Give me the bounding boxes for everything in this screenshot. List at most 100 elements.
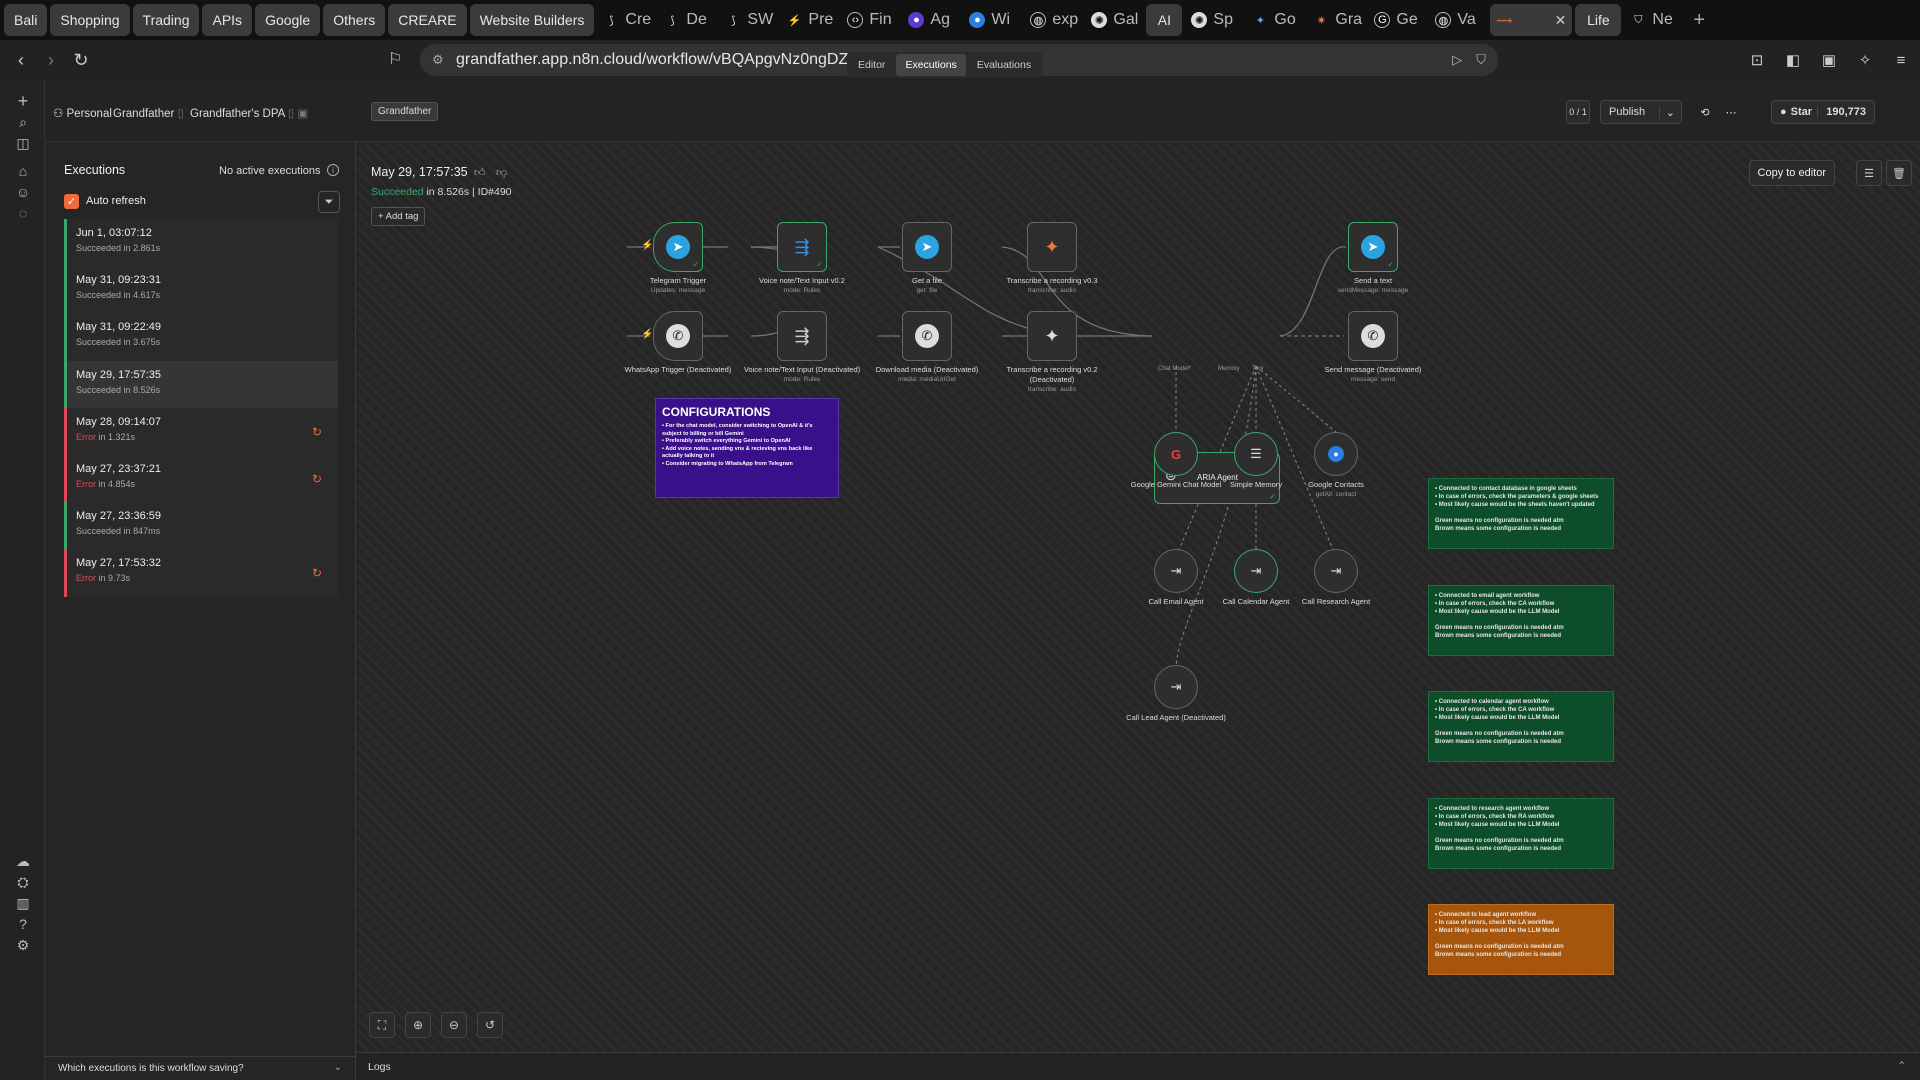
- browser-tab[interactable]: ‹› Fin: [841, 4, 899, 36]
- breadcrumb-project[interactable]: Grandfather ▯: [113, 106, 184, 120]
- switch-node[interactable]: ⇶: [777, 311, 827, 361]
- retry-icon[interactable]: ↻: [312, 472, 322, 486]
- insights-icon[interactable]: ▥: [12, 892, 34, 914]
- publish-button[interactable]: Publish ⌄: [1600, 100, 1682, 124]
- sticky-note[interactable]: • Connected to research agent workflow • …: [1428, 798, 1614, 869]
- sticky-note[interactable]: • Connected to lead agent workflow • In c…: [1428, 904, 1614, 975]
- sticky-note[interactable]: • Connected to calendar agent workflow • …: [1428, 691, 1614, 762]
- settings-icon[interactable]: ⚙: [12, 934, 34, 956]
- history-icon[interactable]: ⟲: [1693, 100, 1717, 124]
- tab-editor[interactable]: Editor: [849, 54, 894, 76]
- browser-tab-group[interactable]: AI: [1146, 4, 1183, 36]
- transcribe-node[interactable]: ✦: [1027, 222, 1077, 272]
- tab-evaluations[interactable]: Evaluations: [968, 54, 1040, 76]
- bookmark-folder[interactable]: APIs: [202, 4, 253, 36]
- saving-settings-toggle[interactable]: Which executions is this workflow saving…: [45, 1056, 356, 1080]
- browser-tab-group[interactable]: Life: [1575, 4, 1622, 36]
- workflow-tag[interactable]: Grandfather: [371, 102, 439, 121]
- execution-row[interactable]: Jun 1, 03:07:12 Succeeded in 2.861s: [64, 219, 338, 267]
- brave-shield-icon[interactable]: ⛉: [1476, 52, 1486, 68]
- logs-panel-toggle[interactable]: Logs ⌃: [356, 1052, 1920, 1080]
- close-icon[interactable]: ✕: [1555, 12, 1567, 29]
- tab-executions[interactable]: Executions: [896, 54, 966, 76]
- search-icon[interactable]: ⌕: [12, 111, 34, 133]
- retry-icon[interactable]: ↻: [312, 425, 322, 439]
- workflow-canvas[interactable]: May 29, 17:57:35 👍︎ 👎︎ Succeeded in 8.52…: [356, 142, 1920, 1052]
- back-icon[interactable]: ‹: [6, 45, 36, 75]
- play-icon[interactable]: ▷: [1452, 52, 1462, 68]
- site-settings-icon[interactable]: ⚙: [432, 52, 444, 68]
- transcribe-node[interactable]: ✦: [1027, 311, 1077, 361]
- browser-tab[interactable]: ⟆ De: [658, 4, 716, 36]
- auto-refresh-label[interactable]: Auto refresh: [86, 195, 146, 207]
- whatsapp-trigger-node[interactable]: ✆: [653, 311, 703, 361]
- execution-row[interactable]: May 28, 09:14:07 Error in 1.321s ↻: [64, 407, 338, 455]
- bookmark-folder[interactable]: Shopping: [50, 4, 130, 36]
- bookmark-folder[interactable]: Google: [255, 4, 321, 36]
- bookmark-folder[interactable]: CREARE: [388, 4, 467, 36]
- bookmark-folder[interactable]: Others: [323, 4, 386, 36]
- version-counter[interactable]: 0 / 1: [1566, 100, 1590, 124]
- execution-row[interactable]: May 27, 23:37:21 Error in 4.854s ↻: [64, 454, 338, 503]
- chevron-down-icon[interactable]: ⌄: [1658, 105, 1675, 119]
- sidebar-icon[interactable]: ◧: [1782, 46, 1804, 74]
- memory-node[interactable]: ☰: [1234, 432, 1278, 476]
- browser-tab[interactable]: ⟆ SW: [719, 4, 777, 36]
- execution-row[interactable]: May 27, 17:53:32 Error in 9.73s ↻: [64, 549, 338, 597]
- fit-view-icon[interactable]: ⛶: [369, 1012, 395, 1038]
- bookmark-icon[interactable]: ⚐: [388, 49, 402, 69]
- screenshot-icon[interactable]: ⊡: [1746, 46, 1768, 74]
- browser-tab[interactable]: ◍ exp: [1024, 4, 1082, 36]
- reset-zoom-icon[interactable]: ↺: [477, 1012, 503, 1038]
- telegram-trigger-node[interactable]: ➤ ✓: [653, 222, 703, 272]
- info-icon[interactable]: i: [327, 164, 339, 176]
- panel-icon[interactable]: ◫: [12, 132, 34, 154]
- send-message-node[interactable]: ✆: [1348, 311, 1398, 361]
- breadcrumb-workflow[interactable]: Grandfather's DPA ▯ ▣: [190, 106, 308, 120]
- add-icon[interactable]: +: [12, 90, 34, 112]
- call-lead-node[interactable]: ⇥: [1154, 665, 1198, 709]
- bookmark-folder[interactable]: Bali: [4, 4, 48, 36]
- help-icon[interactable]: ?: [12, 913, 34, 935]
- google-contacts-node[interactable]: ●: [1314, 432, 1358, 476]
- execution-row[interactable]: May 27, 23:36:59 Succeeded in 847ms: [64, 502, 338, 550]
- menu-icon[interactable]: ≡: [1890, 46, 1912, 74]
- call-research-node[interactable]: ⇥: [1314, 549, 1358, 593]
- new-tab-icon[interactable]: +: [1685, 9, 1713, 32]
- templates-icon[interactable]: ⛭: [12, 871, 34, 893]
- forward-icon[interactable]: ›: [36, 45, 66, 75]
- browser-tab[interactable]: ⛉ Ne: [1624, 4, 1682, 36]
- execution-row[interactable]: May 31, 09:23:31 Succeeded in 4.617s: [64, 266, 338, 314]
- home-icon[interactable]: ⌂: [12, 160, 34, 182]
- execution-row[interactable]: May 31, 09:22:49 Succeeded in 3.675s: [64, 313, 338, 361]
- auto-refresh-checkbox[interactable]: ✓: [64, 194, 79, 209]
- call-email-node[interactable]: ⇥: [1154, 549, 1198, 593]
- chat-icon[interactable]: ◌: [12, 202, 34, 224]
- gemini-model-node[interactable]: G: [1154, 432, 1198, 476]
- browser-tab[interactable]: ✺ Sp: [1185, 4, 1243, 36]
- browser-tab-active[interactable]: ⟿ ✕: [1490, 4, 1573, 36]
- bookmark-folder[interactable]: Trading: [132, 4, 200, 36]
- browser-tab[interactable]: ● Ag: [902, 4, 960, 36]
- get-file-node[interactable]: ➤: [902, 222, 952, 272]
- browser-tab[interactable]: ◍ Va: [1429, 4, 1487, 36]
- retry-icon[interactable]: ↻: [312, 566, 322, 580]
- browser-tab[interactable]: ✷ Gra: [1307, 4, 1365, 36]
- more-options-icon[interactable]: ⋯: [1719, 100, 1743, 124]
- cloud-icon[interactable]: ☁: [12, 850, 34, 872]
- execution-row-selected[interactable]: May 29, 17:57:35 Succeeded in 8.526s: [64, 360, 338, 408]
- filter-icon[interactable]: ⏷: [318, 191, 340, 213]
- bookmark-folder[interactable]: Website Builders: [469, 4, 595, 36]
- reload-icon[interactable]: ↻: [66, 45, 96, 75]
- call-calendar-node[interactable]: ⇥: [1234, 549, 1278, 593]
- browser-tab[interactable]: ⟆ Cre: [597, 4, 655, 36]
- browser-tab[interactable]: ⚡ Pre: [780, 4, 838, 36]
- user-icon[interactable]: ☺: [12, 181, 34, 203]
- configurations-sticky-note[interactable]: CONFIGURATIONS • For the chat model, con…: [655, 398, 839, 498]
- breadcrumb-personal[interactable]: ⚇ Personal: [53, 106, 112, 120]
- github-star-button[interactable]: ● Star 190,773: [1771, 100, 1875, 124]
- ai-icon[interactable]: ✧: [1854, 46, 1876, 74]
- wallet-icon[interactable]: ▣: [1818, 46, 1840, 74]
- zoom-in-icon[interactable]: ⊕: [405, 1012, 431, 1038]
- browser-tab[interactable]: ✦ Go: [1246, 4, 1304, 36]
